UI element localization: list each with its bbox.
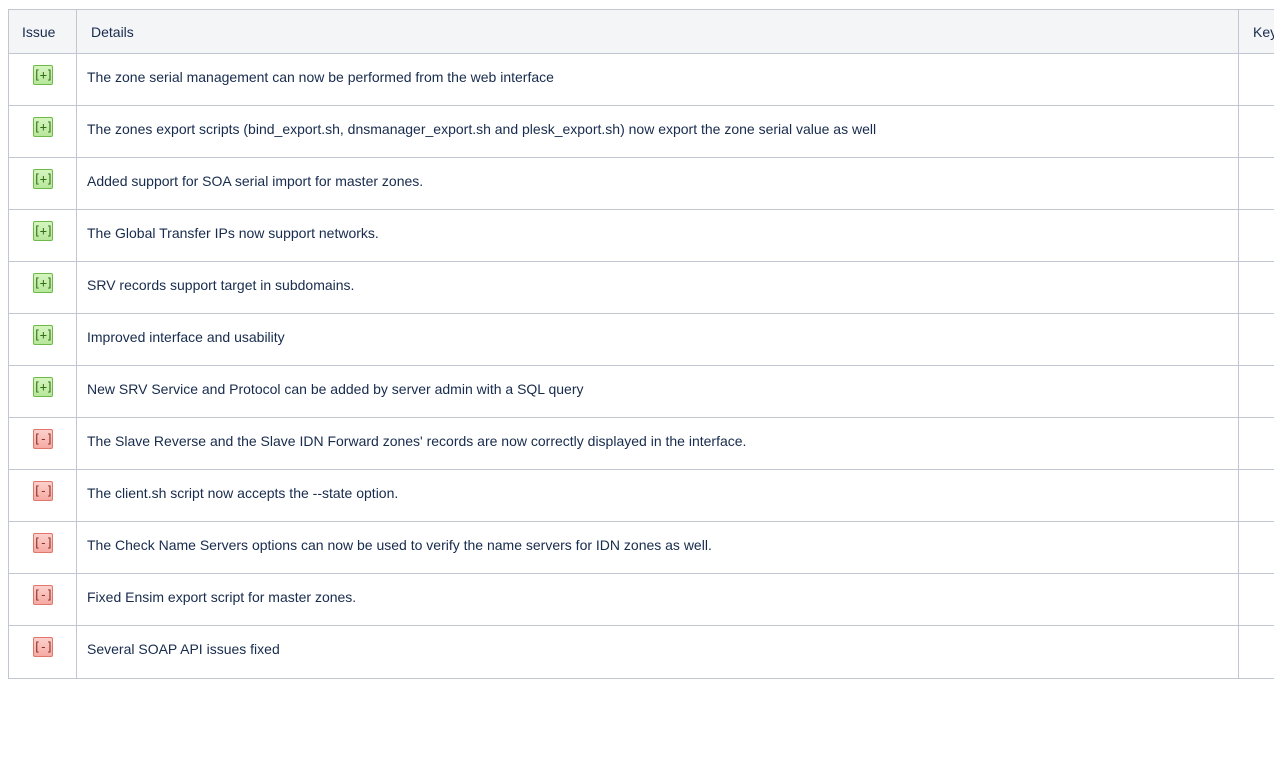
issue-cell: [+] bbox=[8, 157, 77, 210]
details-cell: The client.sh script now accepts the --s… bbox=[76, 469, 1239, 522]
issue-cell: [-] bbox=[8, 469, 77, 522]
issue-cell: [+] bbox=[8, 261, 77, 314]
plus-bracket-icon: [+] bbox=[32, 221, 53, 241]
key-cell bbox=[1238, 105, 1274, 158]
plus-bracket-icon: [+] bbox=[32, 169, 53, 189]
table-row: [-] The client.sh script now accepts the … bbox=[8, 469, 1274, 522]
table-row: [+] Improved interface and usability bbox=[8, 313, 1274, 366]
issue-cell: [-] bbox=[8, 417, 77, 470]
table-row: [-] Fixed Ensim export script for master … bbox=[8, 573, 1274, 626]
details-cell: New SRV Service and Protocol can be adde… bbox=[76, 365, 1239, 418]
issue-cell: [+] bbox=[8, 313, 77, 366]
table-row: [+] The zones export scripts (bind_export… bbox=[8, 105, 1274, 158]
key-cell bbox=[1238, 53, 1274, 106]
minus-bracket-icon: [-] bbox=[32, 533, 53, 553]
key-cell bbox=[1238, 209, 1274, 262]
issue-cell: [-] bbox=[8, 573, 77, 626]
plus-bracket-icon: [+] bbox=[32, 377, 53, 397]
details-cell: Improved interface and usability bbox=[76, 313, 1239, 366]
key-cell bbox=[1238, 261, 1274, 314]
changes-table: Issue Details Key [+] The zone serial man… bbox=[8, 9, 1274, 679]
details-cell: The zone serial management can now be pe… bbox=[76, 53, 1239, 106]
key-cell bbox=[1238, 365, 1274, 418]
table-header-row: Issue Details Key bbox=[8, 9, 1274, 54]
minus-bracket-icon: [-] bbox=[32, 429, 53, 449]
key-cell bbox=[1238, 417, 1274, 470]
minus-bracket-icon: [-] bbox=[32, 637, 53, 657]
key-cell bbox=[1238, 625, 1274, 679]
table-row: [+] Added support for SOA serial import f… bbox=[8, 157, 1274, 210]
details-cell: Several SOAP API issues fixed bbox=[76, 625, 1239, 679]
details-cell: The Global Transfer IPs now support netw… bbox=[76, 209, 1239, 262]
column-header-issue[interactable]: Issue bbox=[8, 9, 77, 54]
minus-bracket-icon: [-] bbox=[32, 585, 53, 605]
details-cell: The Check Name Servers options can now b… bbox=[76, 521, 1239, 574]
table-row: [+] The zone serial management can now be… bbox=[8, 53, 1274, 106]
table-row: [-] The Slave Reverse and the Slave IDN F… bbox=[8, 417, 1274, 470]
details-cell: Fixed Ensim export script for master zon… bbox=[76, 573, 1239, 626]
details-cell: Added support for SOA serial import for … bbox=[76, 157, 1239, 210]
issue-cell: [-] bbox=[8, 625, 77, 679]
table-row: [+] SRV records support target in subdoma… bbox=[8, 261, 1274, 314]
issue-cell: [+] bbox=[8, 105, 77, 158]
issue-cell: [+] bbox=[8, 209, 77, 262]
issue-cell: [+] bbox=[8, 365, 77, 418]
issue-cell: [-] bbox=[8, 521, 77, 574]
release-notes-page: Issue Details Key [+] The zone serial man… bbox=[0, 0, 1274, 778]
column-header-key[interactable]: Key bbox=[1238, 9, 1274, 54]
column-header-details[interactable]: Details bbox=[76, 9, 1239, 54]
details-cell: The zones export scripts (bind_export.sh… bbox=[76, 105, 1239, 158]
key-cell bbox=[1238, 521, 1274, 574]
key-cell bbox=[1238, 573, 1274, 626]
details-cell: SRV records support target in subdomains… bbox=[76, 261, 1239, 314]
plus-bracket-icon: [+] bbox=[32, 65, 53, 85]
minus-bracket-icon: [-] bbox=[32, 481, 53, 501]
table-row: [-] The Check Name Servers options can no… bbox=[8, 521, 1274, 574]
table-row: [+] New SRV Service and Protocol can be a… bbox=[8, 365, 1274, 418]
plus-bracket-icon: [+] bbox=[32, 325, 53, 345]
table-body: [+] The zone serial management can now be… bbox=[8, 53, 1274, 679]
key-cell bbox=[1238, 157, 1274, 210]
key-cell bbox=[1238, 469, 1274, 522]
table-row: [-] Several SOAP API issues fixed bbox=[8, 625, 1274, 679]
plus-bracket-icon: [+] bbox=[32, 117, 53, 137]
table-row: [+] The Global Transfer IPs now support n… bbox=[8, 209, 1274, 262]
plus-bracket-icon: [+] bbox=[32, 273, 53, 293]
key-cell bbox=[1238, 313, 1274, 366]
issue-cell: [+] bbox=[8, 53, 77, 106]
details-cell: The Slave Reverse and the Slave IDN Forw… bbox=[76, 417, 1239, 470]
